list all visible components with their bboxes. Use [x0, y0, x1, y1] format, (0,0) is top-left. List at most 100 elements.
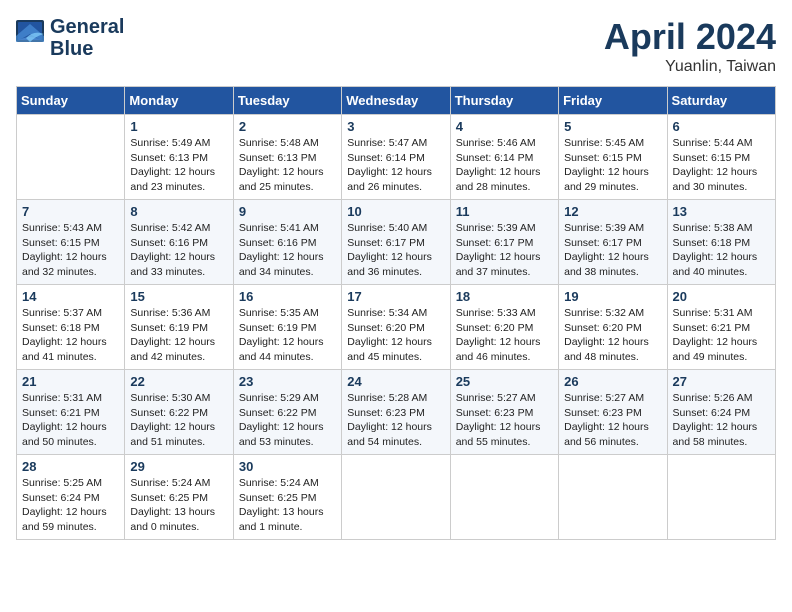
day-cell: 16 Sunrise: 5:35 AMSunset: 6:19 PMDayligh…: [233, 285, 341, 370]
day-cell: 10Sunrise: 5:40 AMSunset: 6:17 PMDayligh…: [342, 200, 450, 285]
day-cell: 2 Sunrise: 5:48 AMSunset: 6:13 PMDaylight…: [233, 115, 341, 200]
day-info: Sunrise: 5:38 AMSunset: 6:18 PMDaylight:…: [673, 221, 770, 280]
day-info: Sunrise: 5:47 AMSunset: 6:14 PMDaylight:…: [347, 136, 444, 195]
logo: General Blue: [16, 16, 124, 60]
day-number: 4: [456, 119, 553, 134]
day-cell: [667, 455, 775, 540]
header-cell-saturday: Saturday: [667, 87, 775, 115]
day-cell: 11Sunrise: 5:39 AMSunset: 6:17 PMDayligh…: [450, 200, 558, 285]
day-cell: 19 Sunrise: 5:32 AMSunset: 6:20 PMDayligh…: [559, 285, 667, 370]
day-number: 30: [239, 459, 336, 474]
day-info: Sunrise: 5:24 AMSunset: 6:25 PMDaylight:…: [130, 476, 227, 535]
day-number: 16: [239, 289, 336, 304]
day-number: 25: [456, 374, 553, 389]
calendar-body: 1Sunrise: 5:49 AMSunset: 6:13 PMDaylight…: [17, 115, 776, 540]
day-number: 7: [22, 204, 119, 219]
day-info: Sunrise: 5:43 AMSunset: 6:15 PMDaylight:…: [22, 221, 119, 280]
calendar-header: SundayMondayTuesdayWednesdayThursdayFrid…: [17, 87, 776, 115]
day-number: 20: [673, 289, 770, 304]
logo-text: General Blue: [50, 16, 124, 60]
day-cell: 8 Sunrise: 5:42 AMSunset: 6:16 PMDaylight…: [125, 200, 233, 285]
header-row: SundayMondayTuesdayWednesdayThursdayFrid…: [17, 87, 776, 115]
day-number: 21: [22, 374, 119, 389]
day-cell: 23 Sunrise: 5:29 AMSunset: 6:22 PMDayligh…: [233, 370, 341, 455]
day-info: Sunrise: 5:45 AMSunset: 6:15 PMDaylight:…: [564, 136, 661, 195]
day-cell: 29 Sunrise: 5:24 AMSunset: 6:25 PMDayligh…: [125, 455, 233, 540]
day-cell: [17, 115, 125, 200]
day-number: 5: [564, 119, 661, 134]
day-number: 27: [673, 374, 770, 389]
day-info: Sunrise: 5:29 AMSunset: 6:22 PMDaylight:…: [239, 391, 336, 450]
day-cell: [559, 455, 667, 540]
day-info: Sunrise: 5:25 AMSunset: 6:24 PMDaylight:…: [22, 476, 119, 535]
day-info: Sunrise: 5:46 AMSunset: 6:14 PMDaylight:…: [456, 136, 553, 195]
day-cell: 3 Sunrise: 5:47 AMSunset: 6:14 PMDaylight…: [342, 115, 450, 200]
day-cell: 12 Sunrise: 5:39 AMSunset: 6:17 PMDayligh…: [559, 200, 667, 285]
day-number: 14: [22, 289, 119, 304]
header-cell-sunday: Sunday: [17, 87, 125, 115]
week-row-5: 28 Sunrise: 5:25 AMSunset: 6:24 PMDayligh…: [17, 455, 776, 540]
day-cell: 26 Sunrise: 5:27 AMSunset: 6:23 PMDayligh…: [559, 370, 667, 455]
day-info: Sunrise: 5:49 AMSunset: 6:13 PMDaylight:…: [130, 136, 227, 195]
month-title: April 2024: [604, 16, 776, 58]
day-info: Sunrise: 5:36 AMSunset: 6:19 PMDaylight:…: [130, 306, 227, 365]
day-info: Sunrise: 5:27 AMSunset: 6:23 PMDaylight:…: [456, 391, 553, 450]
title-block: April 2024 Yuanlin, Taiwan: [604, 16, 776, 76]
day-cell: 27 Sunrise: 5:26 AMSunset: 6:24 PMDayligh…: [667, 370, 775, 455]
day-info: Sunrise: 5:31 AMSunset: 6:21 PMDaylight:…: [22, 391, 119, 450]
header-cell-monday: Monday: [125, 87, 233, 115]
day-cell: [342, 455, 450, 540]
day-number: 22: [130, 374, 227, 389]
day-info: Sunrise: 5:24 AMSunset: 6:25 PMDaylight:…: [239, 476, 336, 535]
day-info: Sunrise: 5:32 AMSunset: 6:20 PMDaylight:…: [564, 306, 661, 365]
day-info: Sunrise: 5:30 AMSunset: 6:22 PMDaylight:…: [130, 391, 227, 450]
page-header: General Blue April 2024 Yuanlin, Taiwan: [16, 16, 776, 76]
day-cell: 14Sunrise: 5:37 AMSunset: 6:18 PMDayligh…: [17, 285, 125, 370]
day-cell: 21 Sunrise: 5:31 AMSunset: 6:21 PMDayligh…: [17, 370, 125, 455]
day-cell: 24 Sunrise: 5:28 AMSunset: 6:23 PMDayligh…: [342, 370, 450, 455]
day-cell: 9 Sunrise: 5:41 AMSunset: 6:16 PMDaylight…: [233, 200, 341, 285]
day-cell: 13 Sunrise: 5:38 AMSunset: 6:18 PMDayligh…: [667, 200, 775, 285]
day-info: Sunrise: 5:26 AMSunset: 6:24 PMDaylight:…: [673, 391, 770, 450]
day-number: 13: [673, 204, 770, 219]
day-info: Sunrise: 5:48 AMSunset: 6:13 PMDaylight:…: [239, 136, 336, 195]
day-cell: 28 Sunrise: 5:25 AMSunset: 6:24 PMDayligh…: [17, 455, 125, 540]
day-info: Sunrise: 5:41 AMSunset: 6:16 PMDaylight:…: [239, 221, 336, 280]
day-cell: 18 Sunrise: 5:33 AMSunset: 6:20 PMDayligh…: [450, 285, 558, 370]
day-info: Sunrise: 5:40 AMSunset: 6:17 PMDaylight:…: [347, 221, 444, 280]
day-number: 3: [347, 119, 444, 134]
day-info: Sunrise: 5:35 AMSunset: 6:19 PMDaylight:…: [239, 306, 336, 365]
day-number: 19: [564, 289, 661, 304]
logo-icon: [16, 20, 46, 56]
day-cell: 1Sunrise: 5:49 AMSunset: 6:13 PMDaylight…: [125, 115, 233, 200]
day-cell: 6Sunrise: 5:44 AMSunset: 6:15 PMDaylight…: [667, 115, 775, 200]
day-number: 12: [564, 204, 661, 219]
day-cell: 5 Sunrise: 5:45 AMSunset: 6:15 PMDaylight…: [559, 115, 667, 200]
day-number: 28: [22, 459, 119, 474]
header-cell-tuesday: Tuesday: [233, 87, 341, 115]
day-info: Sunrise: 5:33 AMSunset: 6:20 PMDaylight:…: [456, 306, 553, 365]
day-cell: 25 Sunrise: 5:27 AMSunset: 6:23 PMDayligh…: [450, 370, 558, 455]
day-number: 8: [130, 204, 227, 219]
day-cell: 4 Sunrise: 5:46 AMSunset: 6:14 PMDaylight…: [450, 115, 558, 200]
week-row-3: 14Sunrise: 5:37 AMSunset: 6:18 PMDayligh…: [17, 285, 776, 370]
day-info: Sunrise: 5:34 AMSunset: 6:20 PMDaylight:…: [347, 306, 444, 365]
day-info: Sunrise: 5:28 AMSunset: 6:23 PMDaylight:…: [347, 391, 444, 450]
day-number: 29: [130, 459, 227, 474]
day-info: Sunrise: 5:42 AMSunset: 6:16 PMDaylight:…: [130, 221, 227, 280]
day-number: 9: [239, 204, 336, 219]
day-number: 23: [239, 374, 336, 389]
day-info: Sunrise: 5:39 AMSunset: 6:17 PMDaylight:…: [564, 221, 661, 280]
day-cell: [450, 455, 558, 540]
day-number: 15: [130, 289, 227, 304]
day-number: 26: [564, 374, 661, 389]
day-number: 6: [673, 119, 770, 134]
day-cell: 17Sunrise: 5:34 AMSunset: 6:20 PMDayligh…: [342, 285, 450, 370]
day-number: 24: [347, 374, 444, 389]
day-number: 2: [239, 119, 336, 134]
day-number: 18: [456, 289, 553, 304]
day-cell: 15 Sunrise: 5:36 AMSunset: 6:19 PMDayligh…: [125, 285, 233, 370]
header-cell-wednesday: Wednesday: [342, 87, 450, 115]
week-row-1: 1Sunrise: 5:49 AMSunset: 6:13 PMDaylight…: [17, 115, 776, 200]
day-info: Sunrise: 5:27 AMSunset: 6:23 PMDaylight:…: [564, 391, 661, 450]
